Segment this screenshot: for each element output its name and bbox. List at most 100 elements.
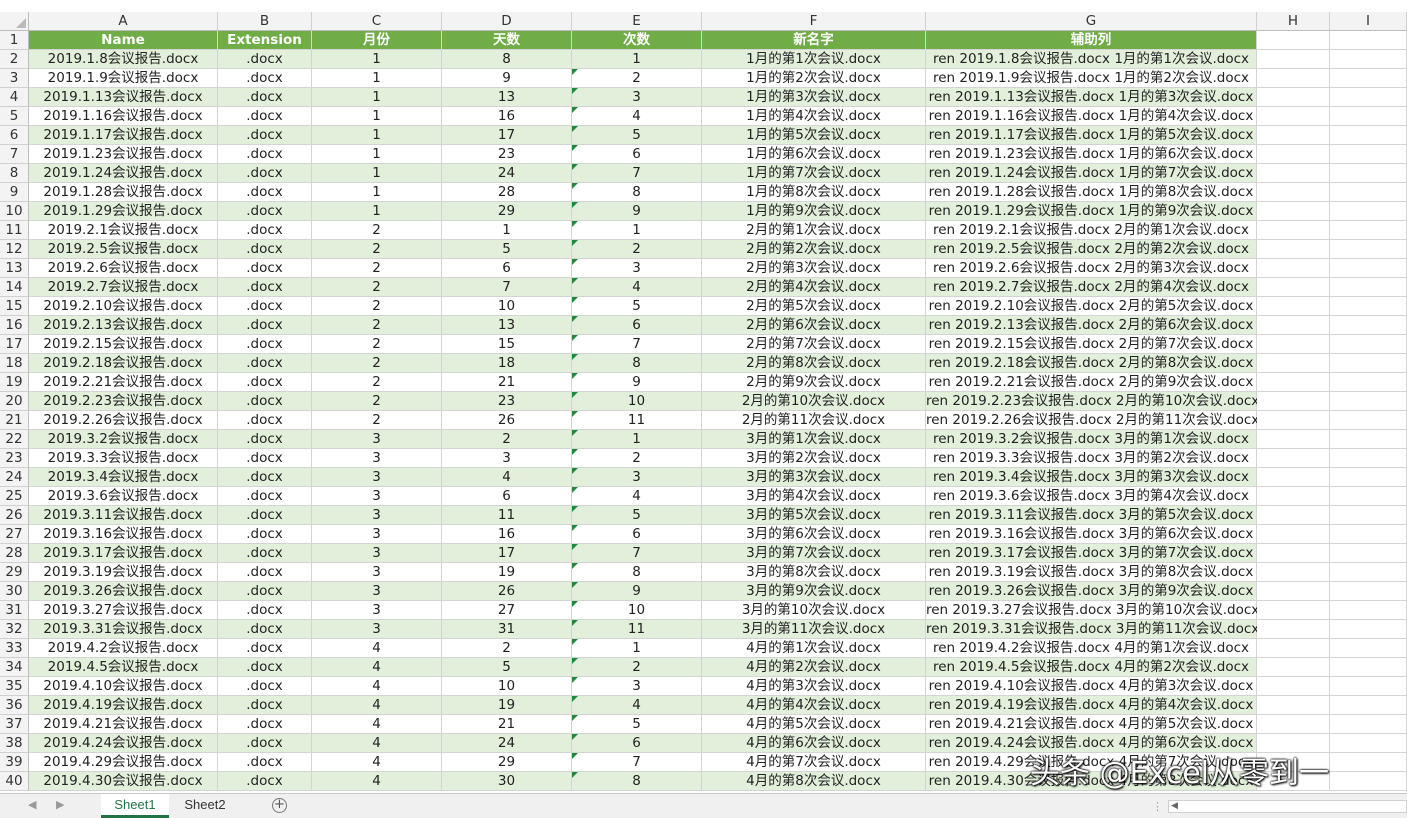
empty-cell[interactable] [1330, 430, 1407, 449]
table-cell[interactable]: 6 [572, 734, 702, 753]
table-cell[interactable]: 3月的第9次会议.docx [702, 582, 926, 601]
table-cell[interactable]: .docx [218, 677, 312, 696]
table-cell[interactable]: 2 [312, 259, 442, 278]
table-cell[interactable]: 1 [572, 639, 702, 658]
table-cell[interactable]: .docx [218, 430, 312, 449]
table-cell[interactable]: .docx [218, 734, 312, 753]
empty-cell[interactable] [1330, 126, 1407, 145]
table-cell[interactable]: ren 2019.2.26会议报告.docx 2月的第11次会议.docx [926, 411, 1259, 430]
table-cell[interactable]: 10 [572, 392, 702, 411]
empty-cell[interactable] [1257, 525, 1330, 544]
table-cell[interactable]: 2019.4.30会议报告.docx [29, 772, 218, 791]
table-cell[interactable]: ren 2019.2.21会议报告.docx 2月的第9次会议.docx [926, 373, 1257, 392]
table-cell[interactable]: 6 [572, 145, 702, 164]
empty-cell[interactable] [1330, 392, 1407, 411]
empty-cell[interactable] [1330, 753, 1407, 772]
row-header[interactable]: 25 [0, 487, 29, 506]
empty-cell[interactable] [1330, 411, 1407, 430]
table-cell[interactable]: 1 [312, 88, 442, 107]
table-cell[interactable]: 3 [312, 563, 442, 582]
table-cell[interactable]: ren 2019.4.21会议报告.docx 4月的第5次会议.docx [926, 715, 1257, 734]
table-cell[interactable]: 9 [442, 69, 572, 88]
empty-cell[interactable] [1257, 145, 1330, 164]
table-cell[interactable]: 1 [312, 50, 442, 69]
table-cell[interactable]: 2 [312, 240, 442, 259]
empty-cell[interactable] [1330, 487, 1407, 506]
table-cell[interactable]: 2019.2.13会议报告.docx [29, 316, 218, 335]
empty-cell[interactable] [1257, 411, 1330, 430]
table-cell[interactable]: ren 2019.2.13会议报告.docx 2月的第6次会议.docx [926, 316, 1257, 335]
table-cell[interactable]: 2019.2.5会议报告.docx [29, 240, 218, 259]
table-cell[interactable]: 23 [442, 392, 572, 411]
empty-cell[interactable] [1257, 392, 1330, 411]
row-header[interactable]: 38 [0, 734, 29, 753]
table-cell[interactable]: .docx [218, 145, 312, 164]
table-cell[interactable]: 8 [572, 772, 702, 791]
table-cell[interactable]: 2019.2.18会议报告.docx [29, 354, 218, 373]
table-cell[interactable]: 2月的第11次会议.docx [702, 411, 926, 430]
empty-cell[interactable] [1330, 31, 1407, 50]
table-cell[interactable]: 3 [312, 430, 442, 449]
empty-cell[interactable] [1330, 468, 1407, 487]
row-header[interactable]: 21 [0, 411, 29, 430]
table-cell[interactable]: .docx [218, 297, 312, 316]
table-cell[interactable]: 3 [312, 487, 442, 506]
table-cell[interactable]: 2 [572, 240, 702, 259]
empty-cell[interactable] [1330, 373, 1407, 392]
row-header[interactable]: 4 [0, 88, 29, 107]
empty-cell[interactable] [1330, 734, 1407, 753]
empty-cell[interactable] [1330, 335, 1407, 354]
row-header[interactable]: 10 [0, 202, 29, 221]
row-header[interactable]: 1 [0, 31, 29, 50]
table-cell[interactable]: .docx [218, 373, 312, 392]
empty-cell[interactable] [1257, 715, 1330, 734]
table-cell[interactable]: 7 [572, 544, 702, 563]
table-cell[interactable]: 2月的第10次会议.docx [702, 392, 926, 411]
empty-cell[interactable] [1330, 449, 1407, 468]
table-cell[interactable]: 1月的第3次会议.docx [702, 88, 926, 107]
header-cell[interactable]: 新名字 [702, 31, 926, 50]
table-cell[interactable]: 2月的第6次会议.docx [702, 316, 926, 335]
table-cell[interactable]: 6 [442, 487, 572, 506]
table-cell[interactable]: ren 2019.2.6会议报告.docx 2月的第3次会议.docx [926, 259, 1257, 278]
table-cell[interactable]: 3 [572, 468, 702, 487]
row-header[interactable]: 16 [0, 316, 29, 335]
table-cell[interactable]: ren 2019.3.16会议报告.docx 3月的第6次会议.docx [926, 525, 1257, 544]
empty-cell[interactable] [1257, 126, 1330, 145]
table-cell[interactable]: ren 2019.3.6会议报告.docx 3月的第4次会议.docx [926, 487, 1257, 506]
table-cell[interactable]: 21 [442, 715, 572, 734]
empty-cell[interactable] [1257, 582, 1330, 601]
column-header-f[interactable]: F [702, 12, 926, 31]
empty-cell[interactable] [1257, 563, 1330, 582]
table-cell[interactable]: 18 [442, 354, 572, 373]
empty-cell[interactable] [1257, 430, 1330, 449]
table-cell[interactable]: 2 [442, 639, 572, 658]
empty-cell[interactable] [1330, 202, 1407, 221]
table-cell[interactable]: 3月的第3次会议.docx [702, 468, 926, 487]
row-header[interactable]: 2 [0, 50, 29, 69]
table-cell[interactable]: 11 [442, 506, 572, 525]
table-cell[interactable]: .docx [218, 658, 312, 677]
table-cell[interactable]: 9 [572, 373, 702, 392]
row-header[interactable]: 32 [0, 620, 29, 639]
row-header[interactable]: 26 [0, 506, 29, 525]
table-cell[interactable]: 2月的第1次会议.docx [702, 221, 926, 240]
table-cell[interactable]: .docx [218, 183, 312, 202]
column-header-a[interactable]: A [29, 12, 218, 31]
table-cell[interactable]: 2 [572, 449, 702, 468]
table-cell[interactable]: 2019.3.19会议报告.docx [29, 563, 218, 582]
table-cell[interactable]: 8 [572, 563, 702, 582]
row-header[interactable]: 37 [0, 715, 29, 734]
row-header[interactable]: 13 [0, 259, 29, 278]
empty-cell[interactable] [1257, 639, 1330, 658]
table-cell[interactable]: .docx [218, 525, 312, 544]
table-cell[interactable]: 2月的第2次会议.docx [702, 240, 926, 259]
row-header[interactable]: 27 [0, 525, 29, 544]
table-cell[interactable]: 2 [312, 297, 442, 316]
empty-cell[interactable] [1257, 278, 1330, 297]
table-cell[interactable]: 2019.1.9会议报告.docx [29, 69, 218, 88]
empty-cell[interactable] [1257, 183, 1330, 202]
row-header[interactable]: 28 [0, 544, 29, 563]
table-cell[interactable]: 2019.1.16会议报告.docx [29, 107, 218, 126]
table-cell[interactable]: 1 [572, 50, 702, 69]
